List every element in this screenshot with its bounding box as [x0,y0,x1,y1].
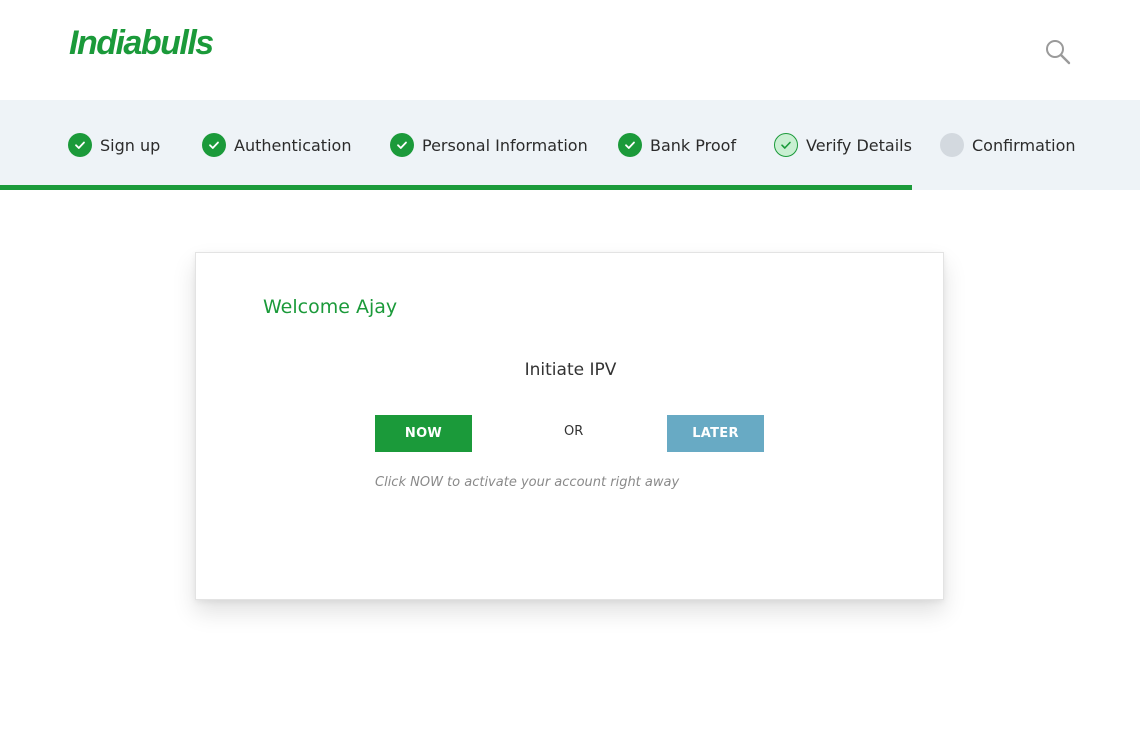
check-icon [390,133,414,157]
step-label: Sign up [100,135,161,155]
check-icon [68,133,92,157]
pending-dot-icon [940,133,964,157]
or-separator: OR [564,424,584,439]
step-personal-information[interactable]: Personal Information [390,132,588,158]
check-icon [618,133,642,157]
later-button[interactable]: LATER [667,415,764,452]
step-authentication[interactable]: Authentication [202,132,351,158]
step-sign-up[interactable]: Sign up [68,132,160,158]
step-label: Authentication [234,135,352,155]
check-icon [774,133,798,157]
welcome-message: Welcome Ajay [263,296,398,318]
ipv-card: Welcome Ajay Initiate IPV NOW OR LATER C… [195,252,944,600]
step-label: Confirmation [972,135,1076,155]
header: Indiabulls [0,0,1140,100]
step-bank-proof[interactable]: Bank Proof [618,132,736,158]
search-icon[interactable] [1044,38,1072,66]
progress-track [0,185,1140,190]
step-label: Bank Proof [650,135,737,155]
step-verify-details[interactable]: Verify Details [774,132,912,158]
indiabulls-logo[interactable]: Indiabulls [69,24,214,63]
step-label: Personal Information [422,135,588,155]
check-icon [202,133,226,157]
ipv-title: Initiate IPV [524,360,617,380]
now-button[interactable]: NOW [375,415,472,452]
step-label: Verify Details [806,135,912,155]
step-confirmation[interactable]: Confirmation [940,132,1076,158]
hint-text: Click NOW to activate your account right… [375,475,680,490]
progress-fill [0,185,912,190]
